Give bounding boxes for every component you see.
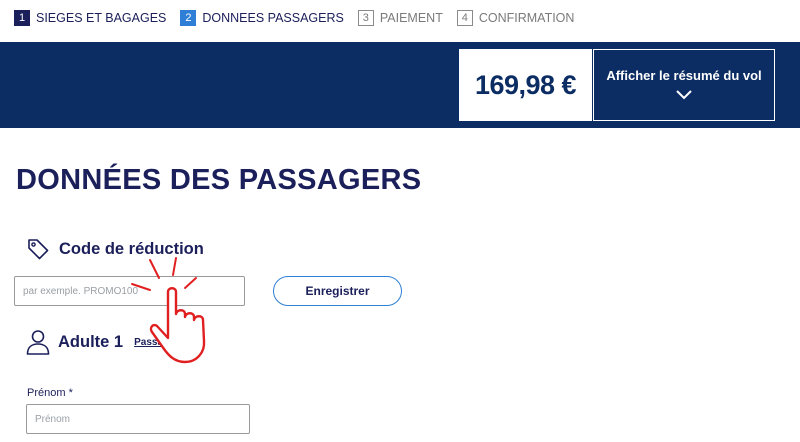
adult-heading: Adulte 1 Passager (26, 329, 179, 355)
promo-code-input[interactable] (14, 276, 245, 306)
price-banner: 169,98 € Afficher le résumé du vol (0, 42, 800, 128)
step-number: 1 (14, 10, 30, 26)
step-seats-baggage[interactable]: 1 SIEGES ET BAGAGES (14, 10, 166, 26)
step-label: SIEGES ET BAGAGES (36, 11, 167, 25)
step-label: DONNEES PASSAGERS (202, 11, 344, 25)
person-icon (26, 330, 50, 355)
passenger-link[interactable]: Passager (134, 337, 178, 348)
discount-title: Code de réduction (59, 239, 204, 258)
summary-label: Afficher le résumé du vol (606, 68, 762, 83)
progress-steps: 1 SIEGES ET BAGAGES 2 DONNEES PASSAGERS … (14, 10, 588, 26)
total-price-box: 169,98 € (459, 49, 592, 121)
step-number: 4 (456, 10, 473, 26)
firstname-label: Prénom * (27, 387, 73, 399)
show-flight-summary-button[interactable]: Afficher le résumé du vol (593, 49, 775, 121)
adult-title: Adulte 1 (58, 332, 124, 351)
step-label: CONFIRMATION (478, 11, 575, 25)
page-title: DONNÉES DES PASSAGERS (16, 164, 422, 196)
register-button[interactable]: Enregistrer (273, 276, 402, 306)
step-label: PAIEMENT (379, 11, 443, 25)
chevron-down-icon (676, 90, 692, 100)
step-number: 3 (357, 10, 374, 26)
discount-heading: Code de réduction (26, 237, 204, 261)
total-price: 169,98 € (474, 69, 577, 100)
step-passenger-data[interactable]: 2 DONNEES PASSAGERS (180, 10, 344, 26)
step-number: 2 (180, 10, 197, 26)
firstname-input[interactable] (26, 404, 250, 434)
tag-icon (28, 239, 49, 260)
step-payment: 3 PAIEMENT (357, 10, 443, 26)
step-confirmation: 4 CONFIRMATION (456, 10, 575, 26)
